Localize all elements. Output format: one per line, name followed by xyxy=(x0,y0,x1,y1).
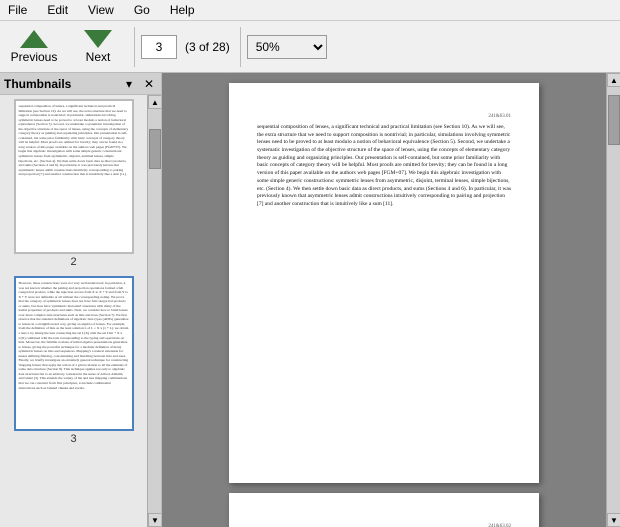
zoom-select[interactable]: 50% 25% 33% 67% 75% 100% 125% 150% 200% xyxy=(247,35,327,59)
pdf-scroll-up[interactable]: ▲ xyxy=(607,73,620,87)
sidebar-close-icon[interactable]: ✕ xyxy=(141,76,157,92)
previous-button[interactable]: Previous xyxy=(4,23,64,71)
page-info: (3 of 28) xyxy=(181,40,234,54)
previous-icon xyxy=(20,30,48,48)
pdf-page-num-2: 241&63.01 xyxy=(257,113,511,120)
sidebar-header-icons: ▾ ✕ xyxy=(121,76,157,92)
thumbnail-image-3: However, these constructions were not ve… xyxy=(14,276,134,431)
sidebar-scroll-thumb[interactable] xyxy=(149,129,161,169)
sidebar-scroll-track[interactable] xyxy=(148,109,161,513)
sidebar-scroll-up[interactable]: ▲ xyxy=(148,95,161,109)
thumbnail-page-2[interactable]: sequential composition of lenses, a sign… xyxy=(4,99,143,268)
page-number-input[interactable] xyxy=(141,35,177,59)
toolbar-separator-2 xyxy=(240,27,241,67)
thumbnail-number-2: 2 xyxy=(70,256,76,268)
next-button[interactable]: Next xyxy=(68,23,128,71)
thumbnail-text-3: However, these constructions were not ve… xyxy=(16,278,132,429)
thumbnails-panel: Thumbnails ▾ ✕ sequential composition of… xyxy=(0,73,162,527)
sidebar-title: Thumbnails xyxy=(4,77,71,91)
pdf-scroll-thumb[interactable] xyxy=(608,95,620,145)
menu-go[interactable]: Go xyxy=(130,2,154,18)
menu-view[interactable]: View xyxy=(84,2,118,18)
menu-edit[interactable]: Edit xyxy=(43,2,72,18)
menu-help[interactable]: Help xyxy=(166,2,199,18)
toolbar-separator xyxy=(134,27,135,67)
toolbar: Previous Next (3 of 28) 50% 25% 33% 67% … xyxy=(0,21,620,73)
sidebar-scroll-down[interactable]: ▼ xyxy=(148,513,161,527)
menu-file[interactable]: File xyxy=(4,2,31,18)
pdf-page-content-2: sequential composition of lenses, a sign… xyxy=(257,124,511,209)
previous-label: Previous xyxy=(11,50,58,64)
thumbnail-image-2: sequential composition of lenses, a sign… xyxy=(14,99,134,254)
pdf-page-num-3: 241&63.02 xyxy=(257,523,511,527)
thumbnail-number-3: 3 xyxy=(70,433,76,445)
pdf-scroll-track[interactable] xyxy=(607,87,620,513)
sidebar-header: Thumbnails ▾ ✕ xyxy=(0,73,161,95)
sidebar-dropdown-icon[interactable]: ▾ xyxy=(121,76,137,92)
pdf-scroll-down[interactable]: ▼ xyxy=(607,513,620,527)
thumbnail-text-2: sequential composition of lenses, a sign… xyxy=(16,101,132,252)
pdf-page-3: 241&63.02 However, these constructions w… xyxy=(229,493,539,527)
main-area: Thumbnails ▾ ✕ sequential composition of… xyxy=(0,73,620,527)
next-label: Next xyxy=(86,50,111,64)
menu-bar: File Edit View Go Help xyxy=(0,0,620,21)
next-icon xyxy=(84,30,112,48)
sidebar-scrollbar[interactable]: ▲ ▼ xyxy=(147,95,161,527)
pdf-scrollbar[interactable]: ▲ ▼ xyxy=(606,73,620,527)
thumbnail-list: sequential composition of lenses, a sign… xyxy=(0,95,147,527)
pdf-area: 241&63.01 sequential composition of lens… xyxy=(162,73,620,527)
thumbnail-page-3[interactable]: However, these constructions were not ve… xyxy=(4,276,143,445)
pdf-page-2: 241&63.01 sequential composition of lens… xyxy=(229,83,539,483)
pdf-view[interactable]: 241&63.01 sequential composition of lens… xyxy=(162,73,606,527)
